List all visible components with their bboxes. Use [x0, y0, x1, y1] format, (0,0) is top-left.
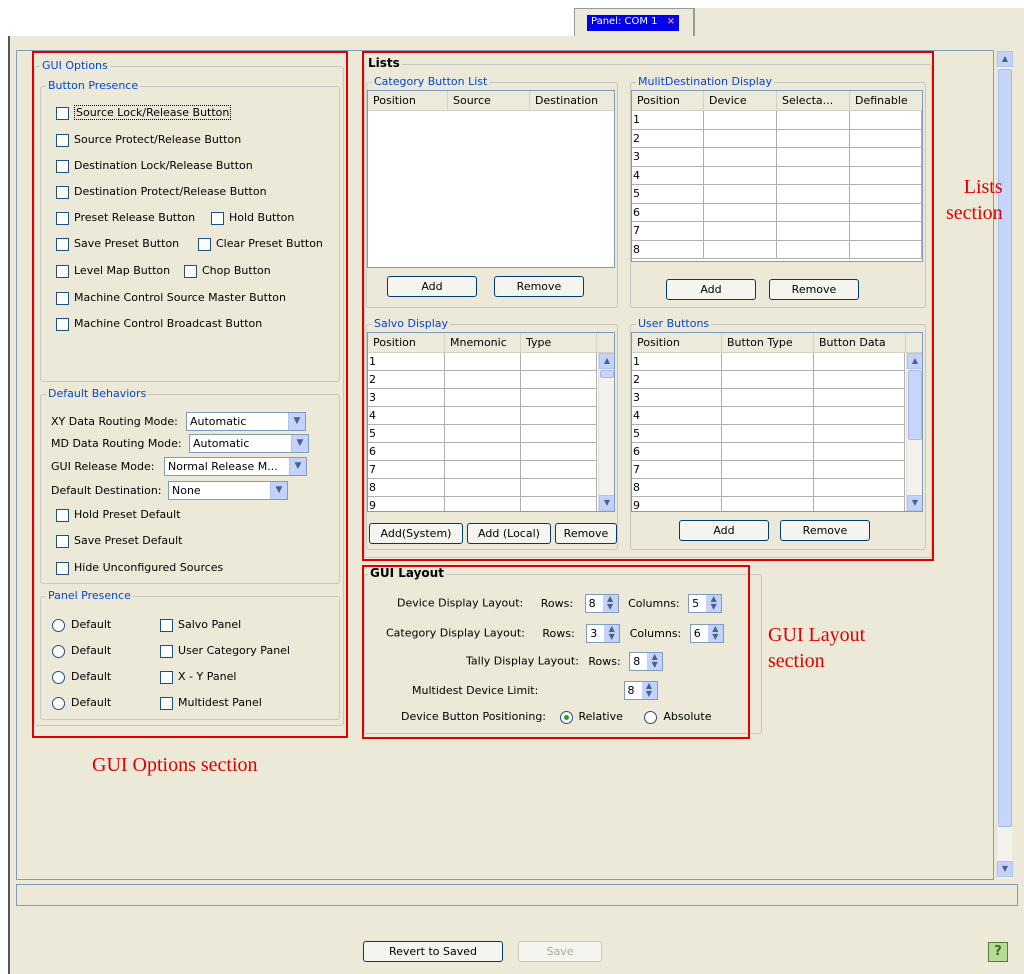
help-icon[interactable]: ? — [988, 942, 1008, 962]
gui-layout-annotation-text: GUI Layout section — [768, 624, 866, 672]
gui-layout-annotation: GUI Layout section — [768, 622, 865, 674]
tab-panel-com1[interactable]: Panel: COM 1 × — [574, 8, 694, 36]
lists-annotation: Lists section — [946, 174, 1003, 226]
gui-layout-highlight — [362, 565, 750, 739]
revert-button[interactable]: Revert to Saved — [363, 941, 503, 962]
tab-bar-filler — [694, 8, 1024, 36]
scroll-down-icon[interactable]: ▼ — [997, 861, 1013, 877]
tab-label-box: Panel: COM 1 × — [587, 15, 680, 31]
tab-label: Panel: COM 1 — [591, 16, 658, 27]
scroll-up-icon[interactable]: ▲ — [997, 51, 1013, 67]
status-bar — [16, 884, 1018, 906]
gui-options-highlight — [32, 51, 348, 738]
close-icon[interactable]: × — [667, 16, 675, 27]
gui-options-annotation: GUI Options section — [92, 754, 258, 776]
lists-annotation-text: Lists section — [946, 176, 1003, 224]
save-button[interactable]: Save — [518, 941, 602, 962]
lists-highlight — [362, 51, 934, 561]
